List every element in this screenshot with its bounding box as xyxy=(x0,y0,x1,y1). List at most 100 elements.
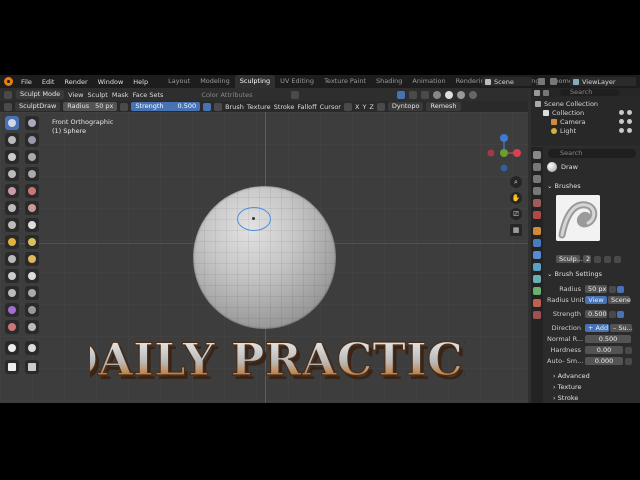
render-tab-icon[interactable] xyxy=(533,163,541,171)
symmetry-options-icon[interactable] xyxy=(376,102,385,111)
menu-window[interactable]: Window xyxy=(93,78,129,86)
tab-layout[interactable]: Layout xyxy=(163,75,195,88)
nudge-tool-button[interactable] xyxy=(5,286,19,300)
tab-texture-paint[interactable]: Texture Paint xyxy=(319,75,371,88)
view-object-types-icon[interactable] xyxy=(290,90,299,99)
gizmo-neg-z-axis[interactable] xyxy=(500,164,508,172)
menu-view[interactable]: View xyxy=(68,91,83,99)
outliner-row-scene-collection[interactable]: Scene Collection xyxy=(531,99,640,108)
material-tab-icon[interactable] xyxy=(533,299,541,307)
navigation-gizmo[interactable] xyxy=(482,131,526,175)
pinch-tool-button[interactable] xyxy=(5,235,19,249)
texture-menu[interactable]: Texture xyxy=(247,103,271,111)
layer-tool-button[interactable] xyxy=(25,150,39,164)
scene-selector[interactable]: Scene xyxy=(482,77,532,86)
unlink-brush-icon[interactable] xyxy=(614,255,621,263)
outliner-search-input[interactable]: Search xyxy=(560,89,620,96)
menu-mask[interactable]: Mask xyxy=(112,91,129,99)
symmetry-z[interactable]: Z xyxy=(369,103,373,111)
texture-subpanel[interactable]: › Texture xyxy=(553,382,640,392)
hardness-toggle-icon[interactable] xyxy=(625,346,632,354)
radius-unit-scene-button[interactable]: Scene xyxy=(608,296,631,304)
duplicate-brush-icon[interactable] xyxy=(604,255,611,263)
smooth-tool-button[interactable] xyxy=(25,184,39,198)
copy-scene-icon[interactable] xyxy=(538,78,545,85)
direction-subtract-button[interactable]: – Su... xyxy=(610,324,633,332)
visibility-toggles[interactable] xyxy=(619,110,637,115)
menu-face-sets[interactable]: Face Sets xyxy=(133,91,164,99)
crease-tool-button[interactable] xyxy=(5,184,19,198)
multiplane-scrape-tool-button[interactable] xyxy=(25,218,39,232)
normal-radius-value[interactable]: 0.500 xyxy=(585,335,631,343)
tool-tab-icon[interactable] xyxy=(533,151,541,159)
wireframe-shading-icon[interactable] xyxy=(432,90,441,99)
gizmo-toggle-icon[interactable] xyxy=(396,90,405,99)
particles-tab-icon[interactable] xyxy=(533,251,541,259)
menu-sculpt[interactable]: Sculpt xyxy=(88,91,108,99)
tab-animation[interactable]: Animation xyxy=(407,75,450,88)
view-layer-tab-icon[interactable] xyxy=(533,187,541,195)
clay-thumb-tool-button[interactable] xyxy=(5,150,19,164)
rotate-tool-button[interactable] xyxy=(25,286,39,300)
elastic-deform-tool-button[interactable] xyxy=(5,252,19,266)
auto-smooth-pressure-icon[interactable] xyxy=(625,357,632,365)
world-tab-icon[interactable] xyxy=(533,211,541,219)
radius-unit-icon[interactable] xyxy=(609,285,616,293)
output-tab-icon[interactable] xyxy=(533,175,541,183)
mode-selector[interactable]: Sculpt Mode xyxy=(16,90,65,99)
draw-tool-button[interactable] xyxy=(5,116,19,130)
inflate-tool-button[interactable] xyxy=(5,167,19,181)
pan-hand-icon[interactable]: ✋ xyxy=(510,192,522,204)
camera-view-icon[interactable]: ⎚ xyxy=(510,208,522,220)
mask-tool-button[interactable] xyxy=(25,341,39,355)
tab-modeling[interactable]: Modeling xyxy=(195,75,235,88)
editor-type-icon[interactable] xyxy=(4,90,12,99)
visibility-toggles[interactable] xyxy=(619,119,637,124)
color-attributes-dropdown[interactable]: Color Attributes xyxy=(201,91,252,99)
hardness-value[interactable]: 0.00 xyxy=(585,346,623,354)
material-shading-icon[interactable] xyxy=(456,90,465,99)
box-face-set-tool-button[interactable] xyxy=(25,360,39,374)
strength-link-icon[interactable] xyxy=(609,310,616,318)
falloff-menu[interactable]: Falloff xyxy=(297,103,316,111)
outliner-row-camera[interactable]: Camera xyxy=(531,117,640,126)
direction-add-button[interactable]: + Add xyxy=(585,324,609,332)
brush-settings-section-header[interactable]: ⌄ Brush Settings xyxy=(547,269,639,279)
flatten-tool-button[interactable] xyxy=(5,201,19,215)
menu-render[interactable]: Render xyxy=(59,78,92,86)
outliner-row-collection[interactable]: Collection xyxy=(531,108,640,117)
blob-tool-button[interactable] xyxy=(25,167,39,181)
stroke-menu[interactable]: Stroke xyxy=(274,103,295,111)
symmetry-icon[interactable] xyxy=(343,102,352,111)
cloth-tool-button[interactable] xyxy=(5,320,19,334)
gizmo-neg-x-axis[interactable] xyxy=(487,149,495,157)
cursor-menu[interactable]: Cursor xyxy=(320,103,341,111)
strength-field[interactable]: Strength 0.500 xyxy=(131,102,201,111)
rendered-shading-icon[interactable] xyxy=(468,90,477,99)
advanced-subpanel[interactable]: › Advanced xyxy=(553,371,640,381)
scene-tab-icon[interactable] xyxy=(533,199,541,207)
brush-users-count[interactable]: 2 xyxy=(583,255,591,263)
constraints-tab-icon[interactable] xyxy=(533,275,541,283)
view-layer-selector[interactable]: ViewLayer xyxy=(570,77,636,86)
radius-unit-view-button[interactable]: View xyxy=(585,296,607,304)
texture-tab-icon[interactable] xyxy=(533,311,541,319)
tab-uv-editing[interactable]: UV Editing xyxy=(275,75,319,88)
thumb-tool-button[interactable] xyxy=(5,269,19,283)
brush-slot-name[interactable]: Sculp... xyxy=(556,255,583,263)
tab-shading[interactable]: Shading xyxy=(371,75,407,88)
physics-tab-icon[interactable] xyxy=(533,263,541,271)
strength-pressure-icon[interactable] xyxy=(203,102,212,111)
outliner-editor-icon[interactable] xyxy=(534,89,540,96)
gizmo-x-axis[interactable] xyxy=(513,149,521,157)
stroke-subpanel[interactable]: › Stroke xyxy=(553,393,640,403)
modifiers-tab-icon[interactable] xyxy=(533,239,541,247)
remesh-button[interactable]: Remesh xyxy=(426,102,461,111)
radius-field[interactable]: Radius 50 px xyxy=(63,102,118,111)
tab-sculpting[interactable]: Sculpting xyxy=(234,75,276,88)
radius-pressure-icon[interactable] xyxy=(120,102,129,111)
radius-pressure-toggle-icon[interactable] xyxy=(617,285,624,293)
object-tab-icon[interactable] xyxy=(533,227,541,235)
solid-shading-icon[interactable] xyxy=(444,90,453,99)
snake-hook-tool-button[interactable] xyxy=(25,252,39,266)
